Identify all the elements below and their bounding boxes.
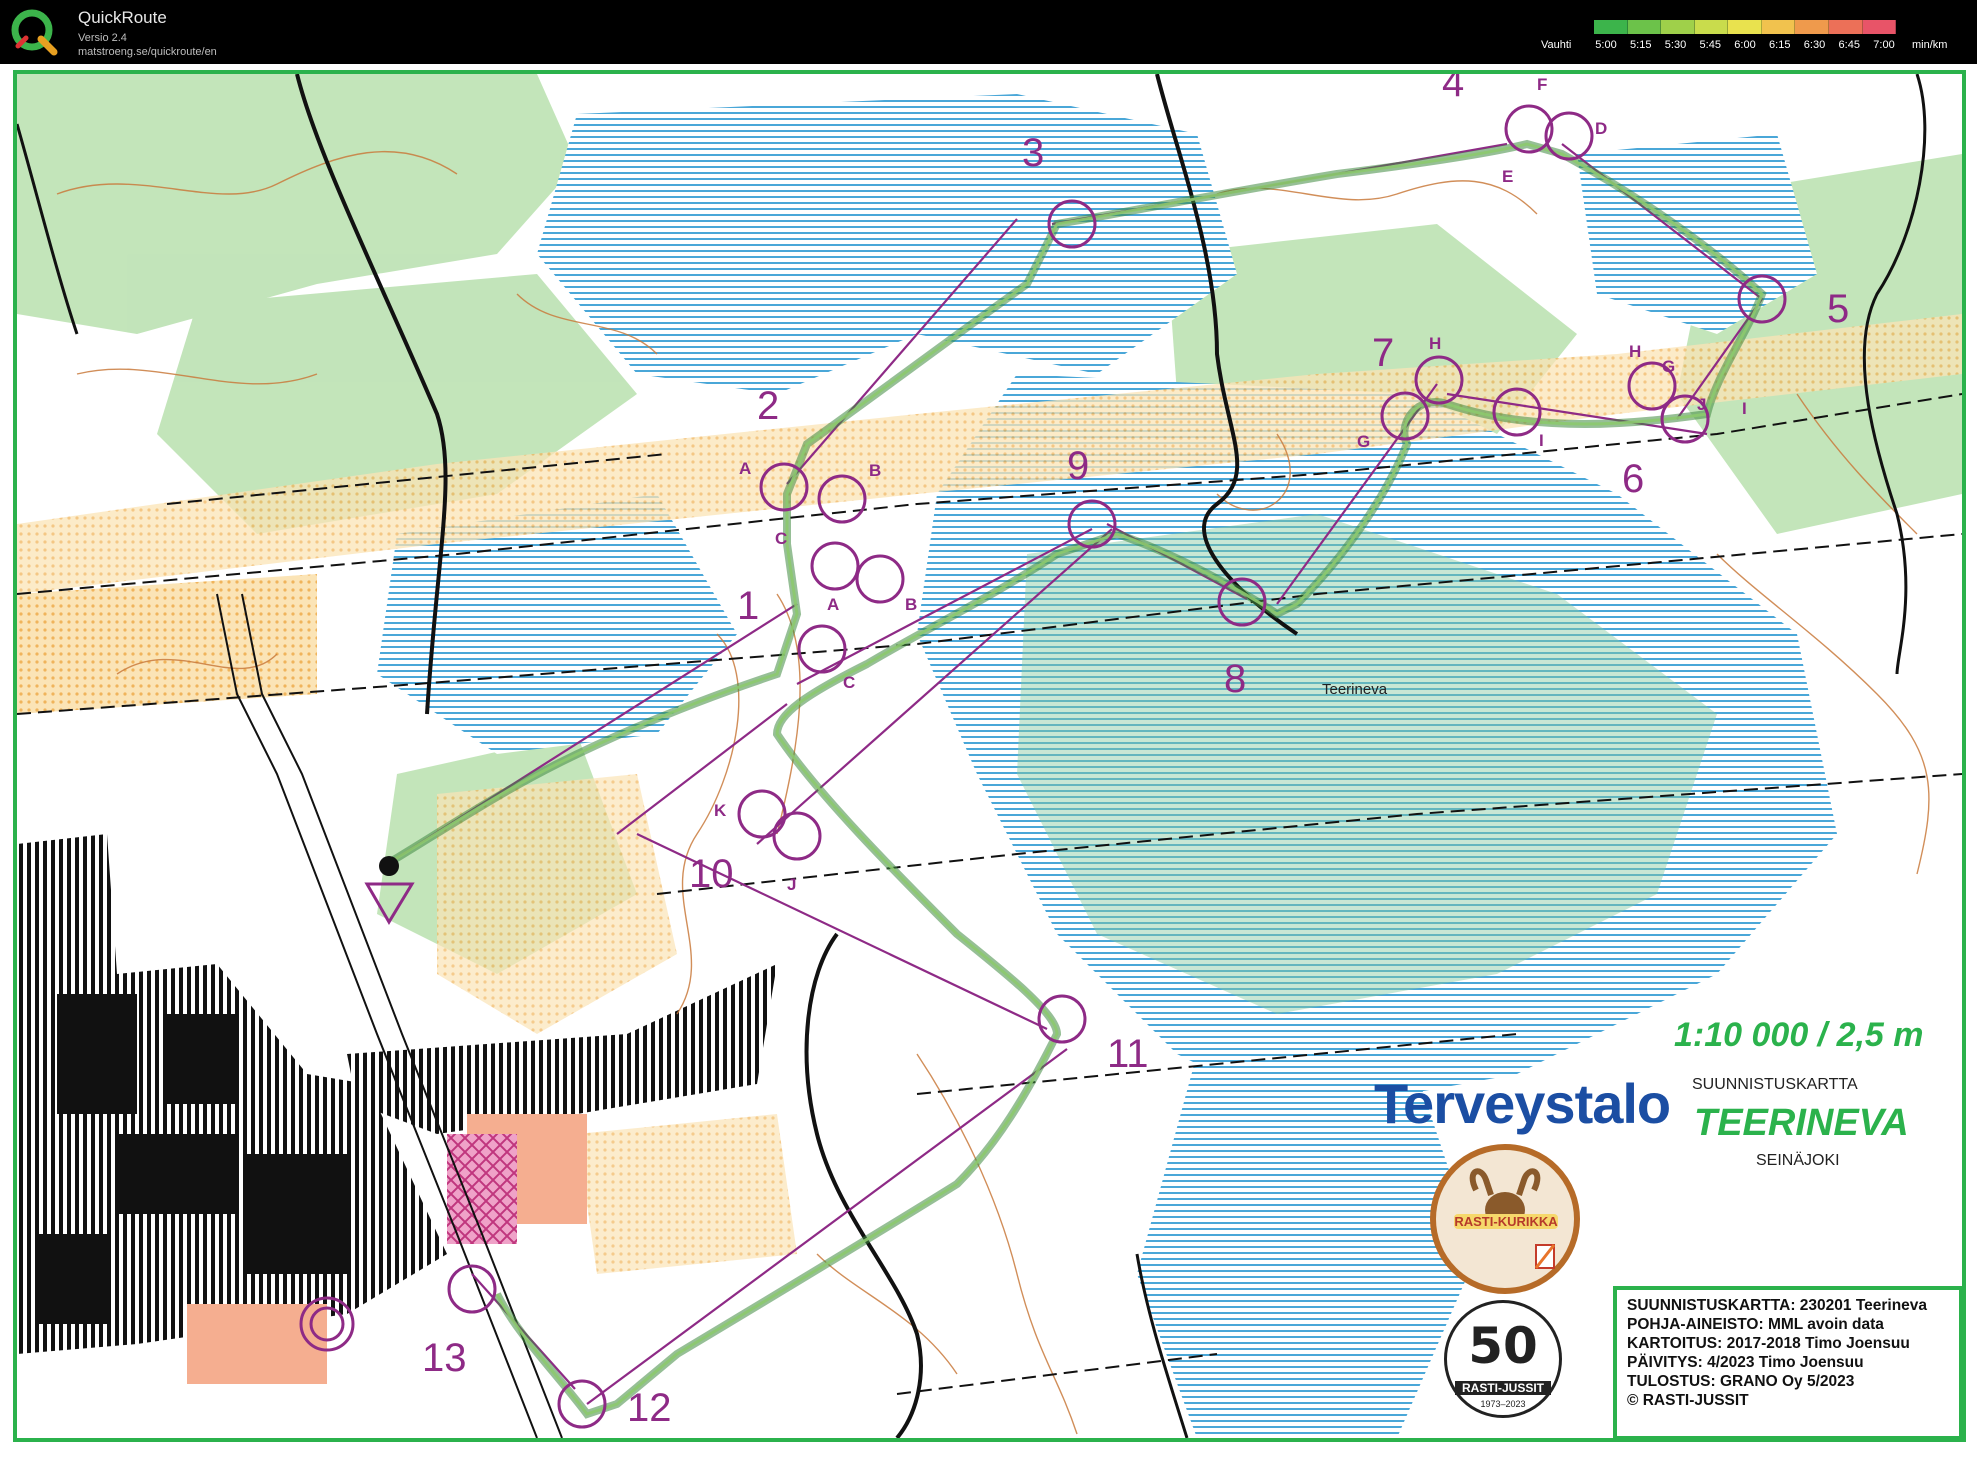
map-type: SUUNNISTUSKARTTA bbox=[1692, 1076, 1858, 1093]
pace-tick-label: 7:00 bbox=[1873, 39, 1895, 51]
info-line-mapping: KARTOITUS: 2017-2018 Timo Joensuu bbox=[1627, 1335, 1910, 1352]
orienteering-map[interactable]: Teerineva 1 2 3 4 5 6 7 8 9 10 11 12 13 … bbox=[13, 70, 1966, 1442]
pace-tick-label: 5:15 bbox=[1630, 39, 1652, 51]
pace-color-swatch bbox=[1594, 20, 1628, 34]
pace-color-swatch bbox=[1728, 20, 1762, 34]
pace-tick-label: 6:45 bbox=[1838, 39, 1860, 51]
control-number-9: 9 bbox=[1067, 444, 1089, 488]
control-number-8: 8 bbox=[1224, 657, 1246, 701]
pace-legend-label: Vauhti bbox=[1541, 39, 1572, 51]
control-letter: J bbox=[1697, 395, 1706, 414]
pace-color-swatch bbox=[1661, 20, 1695, 34]
title-bar: QuickRoute Versio 2.4 matstroeng.se/quic… bbox=[0, 0, 1977, 64]
map-canvas: Teerineva 1 2 3 4 5 6 7 8 9 10 11 12 13 … bbox=[17, 74, 1962, 1438]
pace-legend-unit: min/km bbox=[1912, 39, 1948, 51]
control-number-6: 6 bbox=[1622, 457, 1644, 501]
anniversary-years: 1973–2023 bbox=[1480, 1399, 1526, 1409]
pace-tick-label: 6:00 bbox=[1734, 39, 1756, 51]
pace-color-swatch bbox=[1694, 20, 1729, 34]
control-letter: A bbox=[739, 459, 751, 478]
pace-color-swatch bbox=[1828, 20, 1863, 34]
info-line-map: SUUNNISTUSKARTTA: 230201 Teerineva bbox=[1627, 1297, 1928, 1314]
pace-tick-label: 5:45 bbox=[1699, 39, 1721, 51]
anniversary-number: 50 bbox=[1468, 1317, 1538, 1375]
control-letter: J bbox=[787, 875, 796, 894]
control-letter: K bbox=[714, 801, 727, 820]
control-number-10: 10 bbox=[689, 852, 734, 896]
control-letter: G bbox=[1662, 357, 1675, 376]
control-letter: D bbox=[1595, 119, 1607, 138]
pace-color-swatch bbox=[1761, 20, 1796, 34]
pace-color-swatch bbox=[1795, 20, 1829, 34]
info-line-print: TULOSTUS: GRANO Oy 5/2023 bbox=[1627, 1373, 1855, 1390]
app-version: Versio 2.4 bbox=[78, 32, 127, 44]
control-letter: B bbox=[905, 595, 917, 614]
control-number-3: 3 bbox=[1022, 131, 1044, 175]
control-number-2: 2 bbox=[757, 384, 779, 428]
map-name: TEERINEVA bbox=[1694, 1102, 1909, 1144]
control-number-7: 7 bbox=[1372, 331, 1394, 375]
map-city: SEINÄJOKI bbox=[1756, 1152, 1840, 1169]
pace-tick-label: 5:00 bbox=[1595, 39, 1617, 51]
pace-color-swatch bbox=[1627, 20, 1662, 34]
control-letter: E bbox=[1502, 167, 1513, 186]
club-badge-text: RASTI-KURIKKA bbox=[1454, 1214, 1558, 1229]
control-letter: C bbox=[843, 673, 855, 692]
anniversary-label: RASTI-JUSSIT bbox=[1455, 1381, 1551, 1395]
pace-tick-label: 6:30 bbox=[1803, 39, 1826, 51]
control-letter: G bbox=[1357, 432, 1370, 451]
info-line-update: PÄIVITYS: 4/2023 Timo Joensuu bbox=[1627, 1354, 1864, 1371]
map-scale: 1:10 000 / 2,5 m bbox=[1674, 1016, 1924, 1054]
control-letter: F bbox=[1537, 75, 1547, 94]
control-letter: A bbox=[827, 595, 839, 614]
control-number-12: 12 bbox=[627, 1386, 672, 1430]
control-letter: H bbox=[1629, 342, 1641, 361]
info-line-base: POHJA-AINEISTO: MML avoin data bbox=[1627, 1316, 1884, 1333]
control-number-1: 1 bbox=[737, 584, 759, 628]
sponsor-logo-text: Terveystalo bbox=[1374, 1072, 1671, 1135]
control-number-13: 13 bbox=[422, 1336, 467, 1380]
control-letter: I bbox=[1539, 431, 1544, 450]
info-line-copyright: © RASTI-JUSSIT bbox=[1627, 1392, 1749, 1409]
control-number-4: 4 bbox=[1442, 74, 1464, 105]
control-letter: I bbox=[1742, 399, 1747, 418]
area-label: Teerineva bbox=[1322, 681, 1388, 698]
control-letter: C bbox=[775, 529, 787, 548]
quickroute-logo-icon bbox=[11, 9, 58, 56]
map-info-box: SUUNNISTUSKARTTA: 230201 Teerineva POHJA… bbox=[1613, 1286, 1962, 1438]
control-letter: H bbox=[1429, 334, 1441, 353]
pace-color-swatch bbox=[1862, 20, 1897, 34]
pace-tick-label: 5:30 bbox=[1664, 39, 1687, 51]
control-number-11: 11 bbox=[1107, 1032, 1149, 1076]
club-badge: RASTI-KURIKKA bbox=[1430, 1144, 1580, 1294]
anniversary-badge: 50 RASTI-JUSSIT 1973–2023 bbox=[1444, 1300, 1562, 1418]
control-number-5: 5 bbox=[1827, 287, 1849, 331]
pace-tick-label: 6:15 bbox=[1769, 39, 1791, 51]
app-name: QuickRoute bbox=[78, 8, 167, 27]
pace-legend-gradient bbox=[1594, 20, 1897, 34]
control-letter: B bbox=[869, 461, 881, 480]
app-url: matstroeng.se/quickroute/en bbox=[78, 46, 217, 58]
